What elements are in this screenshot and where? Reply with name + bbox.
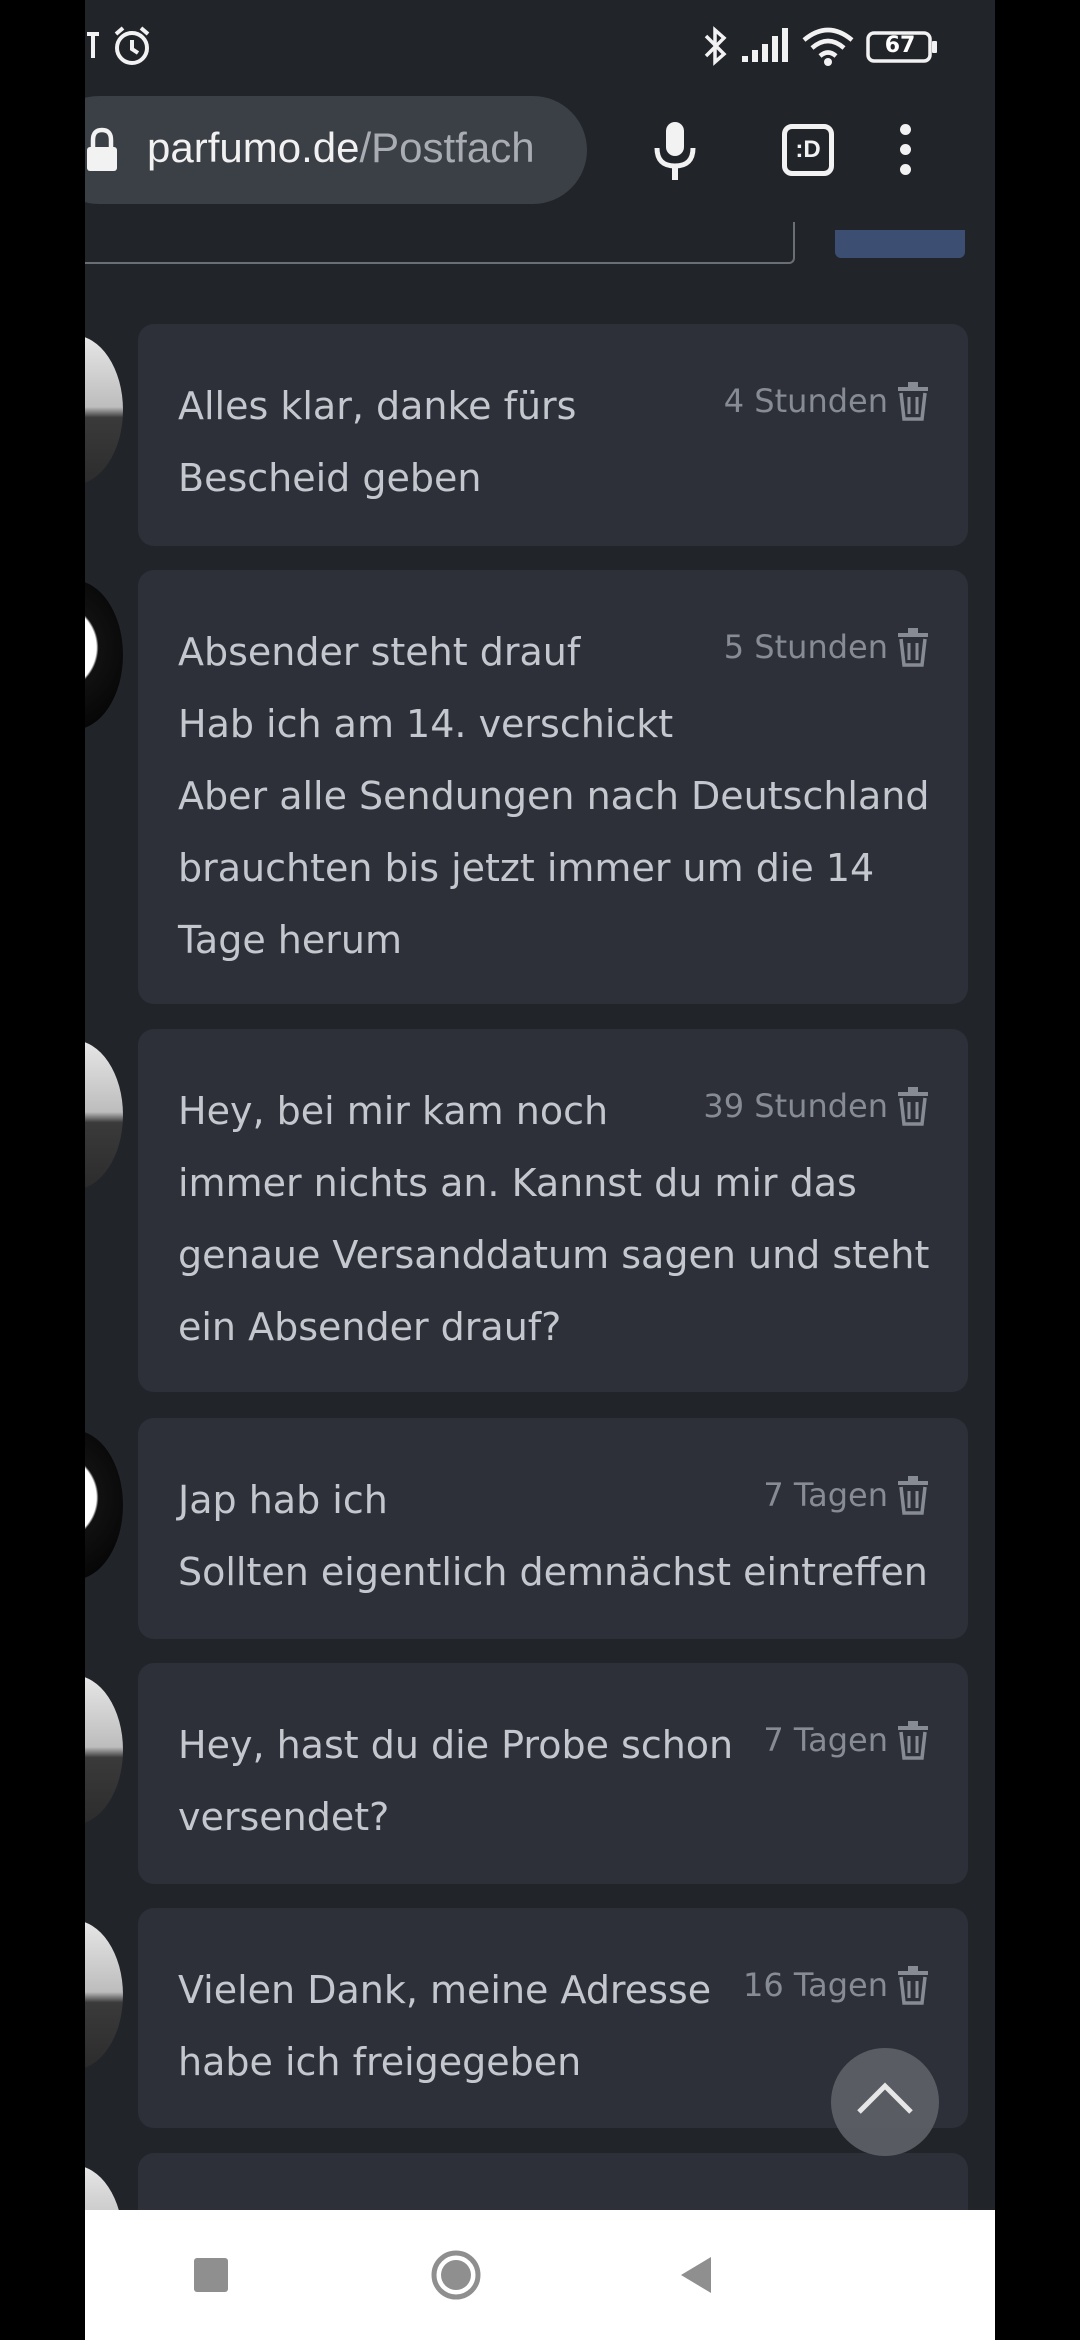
trash-icon[interactable] xyxy=(896,1965,930,2005)
signal-icon xyxy=(742,28,788,62)
tab-switcher-icon[interactable]: :D xyxy=(782,124,834,176)
message-meta: 16 Tagen xyxy=(743,1960,930,2010)
url-path: /Postfach xyxy=(359,124,535,171)
trash-icon[interactable] xyxy=(896,627,930,667)
phone-screen: 67 parfumo.de/Postfach :D Alles klar, da… xyxy=(85,0,995,2340)
trash-icon[interactable] xyxy=(896,381,930,421)
avatar[interactable] xyxy=(85,580,123,730)
avatar[interactable] xyxy=(85,1430,123,1580)
message-time: 39 Stunden xyxy=(703,1087,888,1125)
message-card[interactable]: Absender steht drauf Hab ich am 14. vers… xyxy=(138,570,968,1004)
trash-icon[interactable] xyxy=(896,1720,930,1760)
message-card[interactable]: Jap hab ich Sollten eigentlich demnächst… xyxy=(138,1418,968,1639)
message-card[interactable]: Hey, hast du die Probe schon versendet? … xyxy=(138,1663,968,1884)
message-line: Hab ich am 14. verschickt xyxy=(178,702,674,746)
alarm-icon xyxy=(114,26,150,65)
message-line: immer nichts an. Kannst du mir das xyxy=(178,1161,857,1205)
message-line: Tage herum xyxy=(178,918,402,962)
message-time: 16 Tagen xyxy=(742,1966,888,2004)
message-line: brauchten bis jetzt immer um die 14 xyxy=(178,846,875,890)
status-bar: 67 xyxy=(85,0,995,90)
avatar[interactable] xyxy=(85,1675,123,1825)
message-line: Sollten eigentlich demnächst eintreffen xyxy=(178,1550,928,1594)
message-line: genaue Versanddatum sagen und steht xyxy=(178,1233,930,1277)
message-line: Aber alle Sendungen nach Deutschland xyxy=(178,774,930,818)
chevron-up-icon xyxy=(857,2082,913,2114)
avatar[interactable] xyxy=(85,1920,123,2070)
avatar[interactable] xyxy=(85,335,123,485)
message-line: ein Absender drauf? xyxy=(178,1305,562,1349)
message-line: Bescheid geben xyxy=(178,456,482,500)
left-black-bar xyxy=(0,0,85,2340)
bluetooth-icon xyxy=(704,26,727,66)
send-button[interactable] xyxy=(835,230,965,258)
url-host: parfumo.de xyxy=(147,124,360,171)
message-line: versendet? xyxy=(178,1795,390,1839)
message-time: 5 Stunden xyxy=(723,628,888,666)
message-time: 7 Tagen xyxy=(763,1721,888,1759)
message-card[interactable]: Alles klar, danke fürs Bescheid geben 4 … xyxy=(138,324,968,546)
more-menu-icon[interactable] xyxy=(895,124,915,180)
notification-icon xyxy=(87,32,99,58)
trash-icon[interactable] xyxy=(896,1475,930,1515)
message-meta: 7 Tagen xyxy=(763,1715,930,1765)
message-time: 7 Tagen xyxy=(763,1476,888,1514)
back-button[interactable] xyxy=(677,2255,715,2295)
message-meta: 4 Stunden xyxy=(724,376,930,426)
message-meta: 39 Stunden xyxy=(703,1081,930,1131)
battery-level: 67 xyxy=(884,33,916,58)
scroll-to-top-button[interactable] xyxy=(831,2048,939,2156)
message-time: 4 Stunden xyxy=(723,382,888,420)
wifi-icon xyxy=(802,27,854,66)
message-input[interactable] xyxy=(85,222,795,264)
microphone-icon[interactable] xyxy=(651,120,699,182)
lock-icon[interactable] xyxy=(85,127,119,173)
message-meta: 7 Tagen xyxy=(763,1470,930,1520)
avatar[interactable] xyxy=(85,1040,123,1190)
right-black-bar xyxy=(995,0,1080,2340)
home-button[interactable] xyxy=(430,2249,482,2301)
url-text[interactable]: parfumo.de/Postfach xyxy=(147,124,535,172)
recent-apps-button[interactable] xyxy=(194,2258,228,2292)
message-meta: 5 Stunden xyxy=(724,622,930,672)
message-line: habe ich freigegeben xyxy=(178,2040,582,2084)
trash-icon[interactable] xyxy=(896,1086,930,1126)
message-card[interactable]: Hey, bei mir kam noch immer nichts an. K… xyxy=(138,1029,968,1392)
